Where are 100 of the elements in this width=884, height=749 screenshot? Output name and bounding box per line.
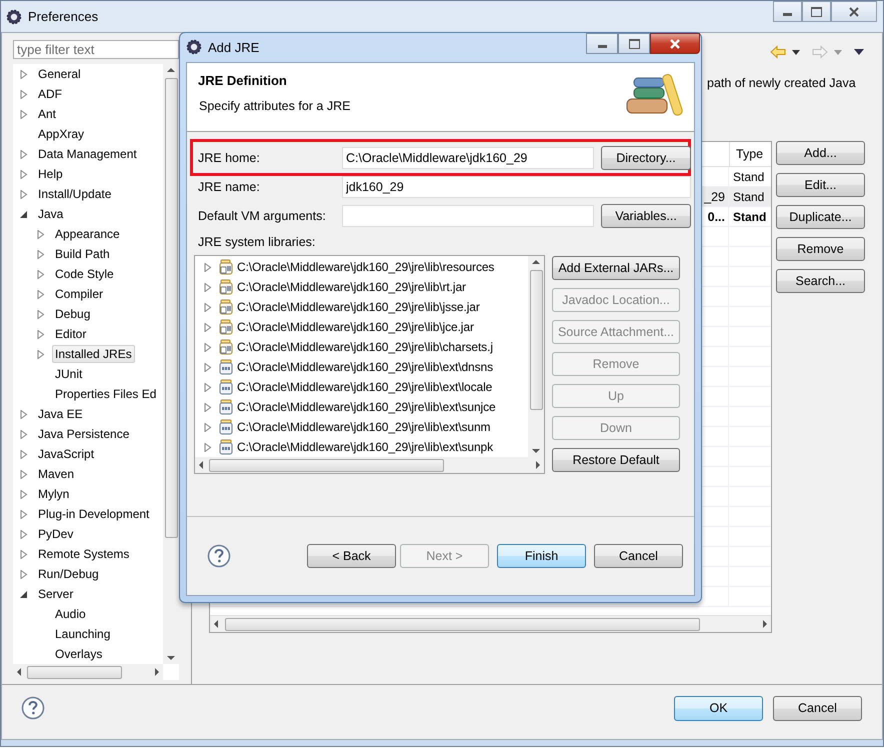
tree-item[interactable]: Help [35, 165, 66, 183]
tree-item[interactable]: Remote Systems [35, 545, 132, 563]
tree-item[interactable]: Debug [52, 305, 94, 323]
jar-icon [218, 419, 234, 435]
library-path[interactable]: C:\Oracle\Middleware\jdk160_29\jre\lib\rt.jar [237, 280, 466, 294]
window-title: Preferences [28, 9, 98, 24]
tree-arrow-icon[interactable] [19, 590, 28, 598]
table-action-button[interactable]: Duplicate... [776, 205, 865, 229]
library-path[interactable]: C:\Oracle\Middleware\jdk160_29\jre\lib\jce.jar [237, 320, 474, 334]
library-path[interactable]: C:\Oracle\Middleware\jdk160_29\jre\lib\ext\locale [237, 380, 492, 394]
library-path[interactable]: C:\Oracle\Middleware\jdk160_29\jre\lib\ext\dnsns [237, 360, 493, 374]
help-icon[interactable] [21, 696, 45, 720]
window-title: Add JRE [208, 40, 260, 54]
filter-field[interactable]: type filter text [13, 40, 179, 59]
vertical-scrollbar[interactable] [163, 64, 179, 664]
maximize-button[interactable] [802, 1, 831, 22]
dialog-button[interactable]: Cancel [773, 696, 862, 720]
gear-icon [186, 39, 202, 55]
tree-item[interactable]: Maven [35, 465, 78, 483]
field-label: Default VM arguments: [198, 209, 327, 223]
tree-item[interactable]: Ant [35, 105, 60, 123]
jar-icon [218, 359, 234, 375]
horizontal-scrollbar[interactable] [210, 615, 771, 632]
table-cell: Stand [733, 190, 764, 204]
tree-item[interactable]: Installed JREs [52, 345, 135, 363]
library-path[interactable]: C:\Oracle\Middleware\jdk160_29\jre\lib\ext\sunjce [237, 400, 496, 414]
tree-item[interactable]: Java Persistence [35, 425, 132, 443]
column-header[interactable]: Type [730, 142, 771, 166]
vertical-scrollbar[interactable] [528, 256, 544, 457]
minimize-button[interactable] [586, 33, 618, 54]
jar-icon [218, 399, 234, 415]
wizard-button[interactable]: Cancel [594, 544, 683, 568]
close-button[interactable] [831, 1, 877, 22]
maximize-button[interactable] [618, 33, 650, 54]
tree-item[interactable]: Mylyn [35, 485, 72, 503]
library-button[interactable]: Restore Default [552, 448, 680, 472]
close-icon[interactable] [849, 6, 859, 16]
tree-item[interactable]: Properties Files Ed [52, 385, 160, 403]
table-action-button[interactable]: Edit... [776, 173, 865, 197]
description-text: path of newly created Java [707, 76, 857, 90]
jar-icon [218, 439, 234, 455]
back-arrow-icon[interactable] [770, 45, 786, 59]
tree-item[interactable]: ADF [35, 85, 65, 103]
tree-item[interactable]: JavaScript [35, 445, 98, 463]
tree-arrow-icon[interactable] [19, 210, 28, 218]
library-path[interactable]: C:\Oracle\Middleware\jdk160_29\jre\lib\jsse.jar [237, 300, 480, 314]
table-action-button[interactable]: Remove [776, 237, 865, 261]
tree-item[interactable]: Compiler [52, 285, 106, 303]
wizard-button[interactable]: < Back [307, 544, 396, 568]
jar-icon [218, 319, 234, 335]
minimize-button[interactable] [773, 1, 802, 22]
tree-item[interactable]: Code Style [52, 265, 117, 283]
field-label: JRE name: [198, 180, 261, 194]
jar-icon [218, 379, 234, 395]
tree-item[interactable]: Overlays [52, 645, 106, 663]
tree-item[interactable]: Java EE [35, 405, 86, 423]
caret-icon[interactable] [792, 50, 800, 54]
tree-item[interactable]: Build Path [52, 245, 113, 263]
tree-item[interactable]: AppXray [35, 125, 88, 143]
tree-item[interactable]: JUnit [52, 365, 86, 383]
view-menu-icon[interactable] [854, 49, 864, 55]
tree-item[interactable]: Server [35, 585, 76, 603]
tree-item[interactable]: General [35, 65, 84, 83]
library-path[interactable]: C:\Oracle\Middleware\jdk160_29\jre\lib\resources [237, 260, 494, 274]
jar-icon [218, 299, 234, 315]
library-path[interactable]: C:\Oracle\Middleware\jdk160_29\jre\lib\charsets.j [237, 340, 493, 354]
table-cell: 0... [708, 210, 725, 224]
table-cell: _29 [704, 190, 725, 204]
text-field[interactable]: C:\Oracle\Middleware\jdk160_29 [342, 147, 594, 169]
table-action-button[interactable]: Add... [776, 141, 865, 165]
browse-button[interactable]: Variables... [601, 204, 691, 228]
dialog-button[interactable]: OK [674, 696, 763, 720]
tree-item[interactable]: PyDev [35, 525, 76, 543]
help-icon[interactable] [207, 544, 231, 568]
horizontal-scrollbar[interactable] [13, 664, 163, 680]
library-button[interactable]: Add External JARs... [552, 256, 680, 280]
tree-item[interactable]: Launching [52, 625, 114, 643]
jar-icon [218, 259, 234, 275]
tree-item[interactable]: Editor [52, 325, 90, 343]
wizard-button[interactable]: Finish [497, 544, 586, 568]
tree-item[interactable]: Run/Debug [35, 565, 102, 583]
gear-icon [6, 8, 22, 24]
page-subtitle: Specify attributes for a JRE [198, 99, 352, 113]
field-label: JRE system libraries: [197, 235, 316, 249]
tree-item[interactable]: Java [35, 205, 66, 223]
browse-button[interactable]: Directory... [601, 146, 691, 170]
tree-item[interactable]: Install/Update [35, 185, 114, 203]
tree-item[interactable]: Plug-in Development [35, 505, 152, 523]
page-title: JRE Definition [198, 73, 288, 88]
horizontal-scrollbar[interactable] [195, 457, 544, 473]
tree-item[interactable]: Data Management [35, 145, 140, 163]
close-button[interactable] [650, 33, 700, 54]
library-path[interactable]: C:\Oracle\Middleware\jdk160_29\jre\lib\ext\sunm [237, 420, 490, 434]
text-field[interactable] [342, 205, 594, 227]
field-label: JRE home: [198, 151, 261, 165]
tree-item[interactable]: Appearance [52, 225, 123, 243]
text-field[interactable]: jdk160_29 [342, 176, 691, 198]
tree-item[interactable]: Audio [52, 605, 89, 623]
table-action-button[interactable]: Search... [776, 269, 865, 293]
library-path[interactable]: C:\Oracle\Middleware\jdk160_29\jre\lib\ext\sunpk [237, 440, 493, 454]
